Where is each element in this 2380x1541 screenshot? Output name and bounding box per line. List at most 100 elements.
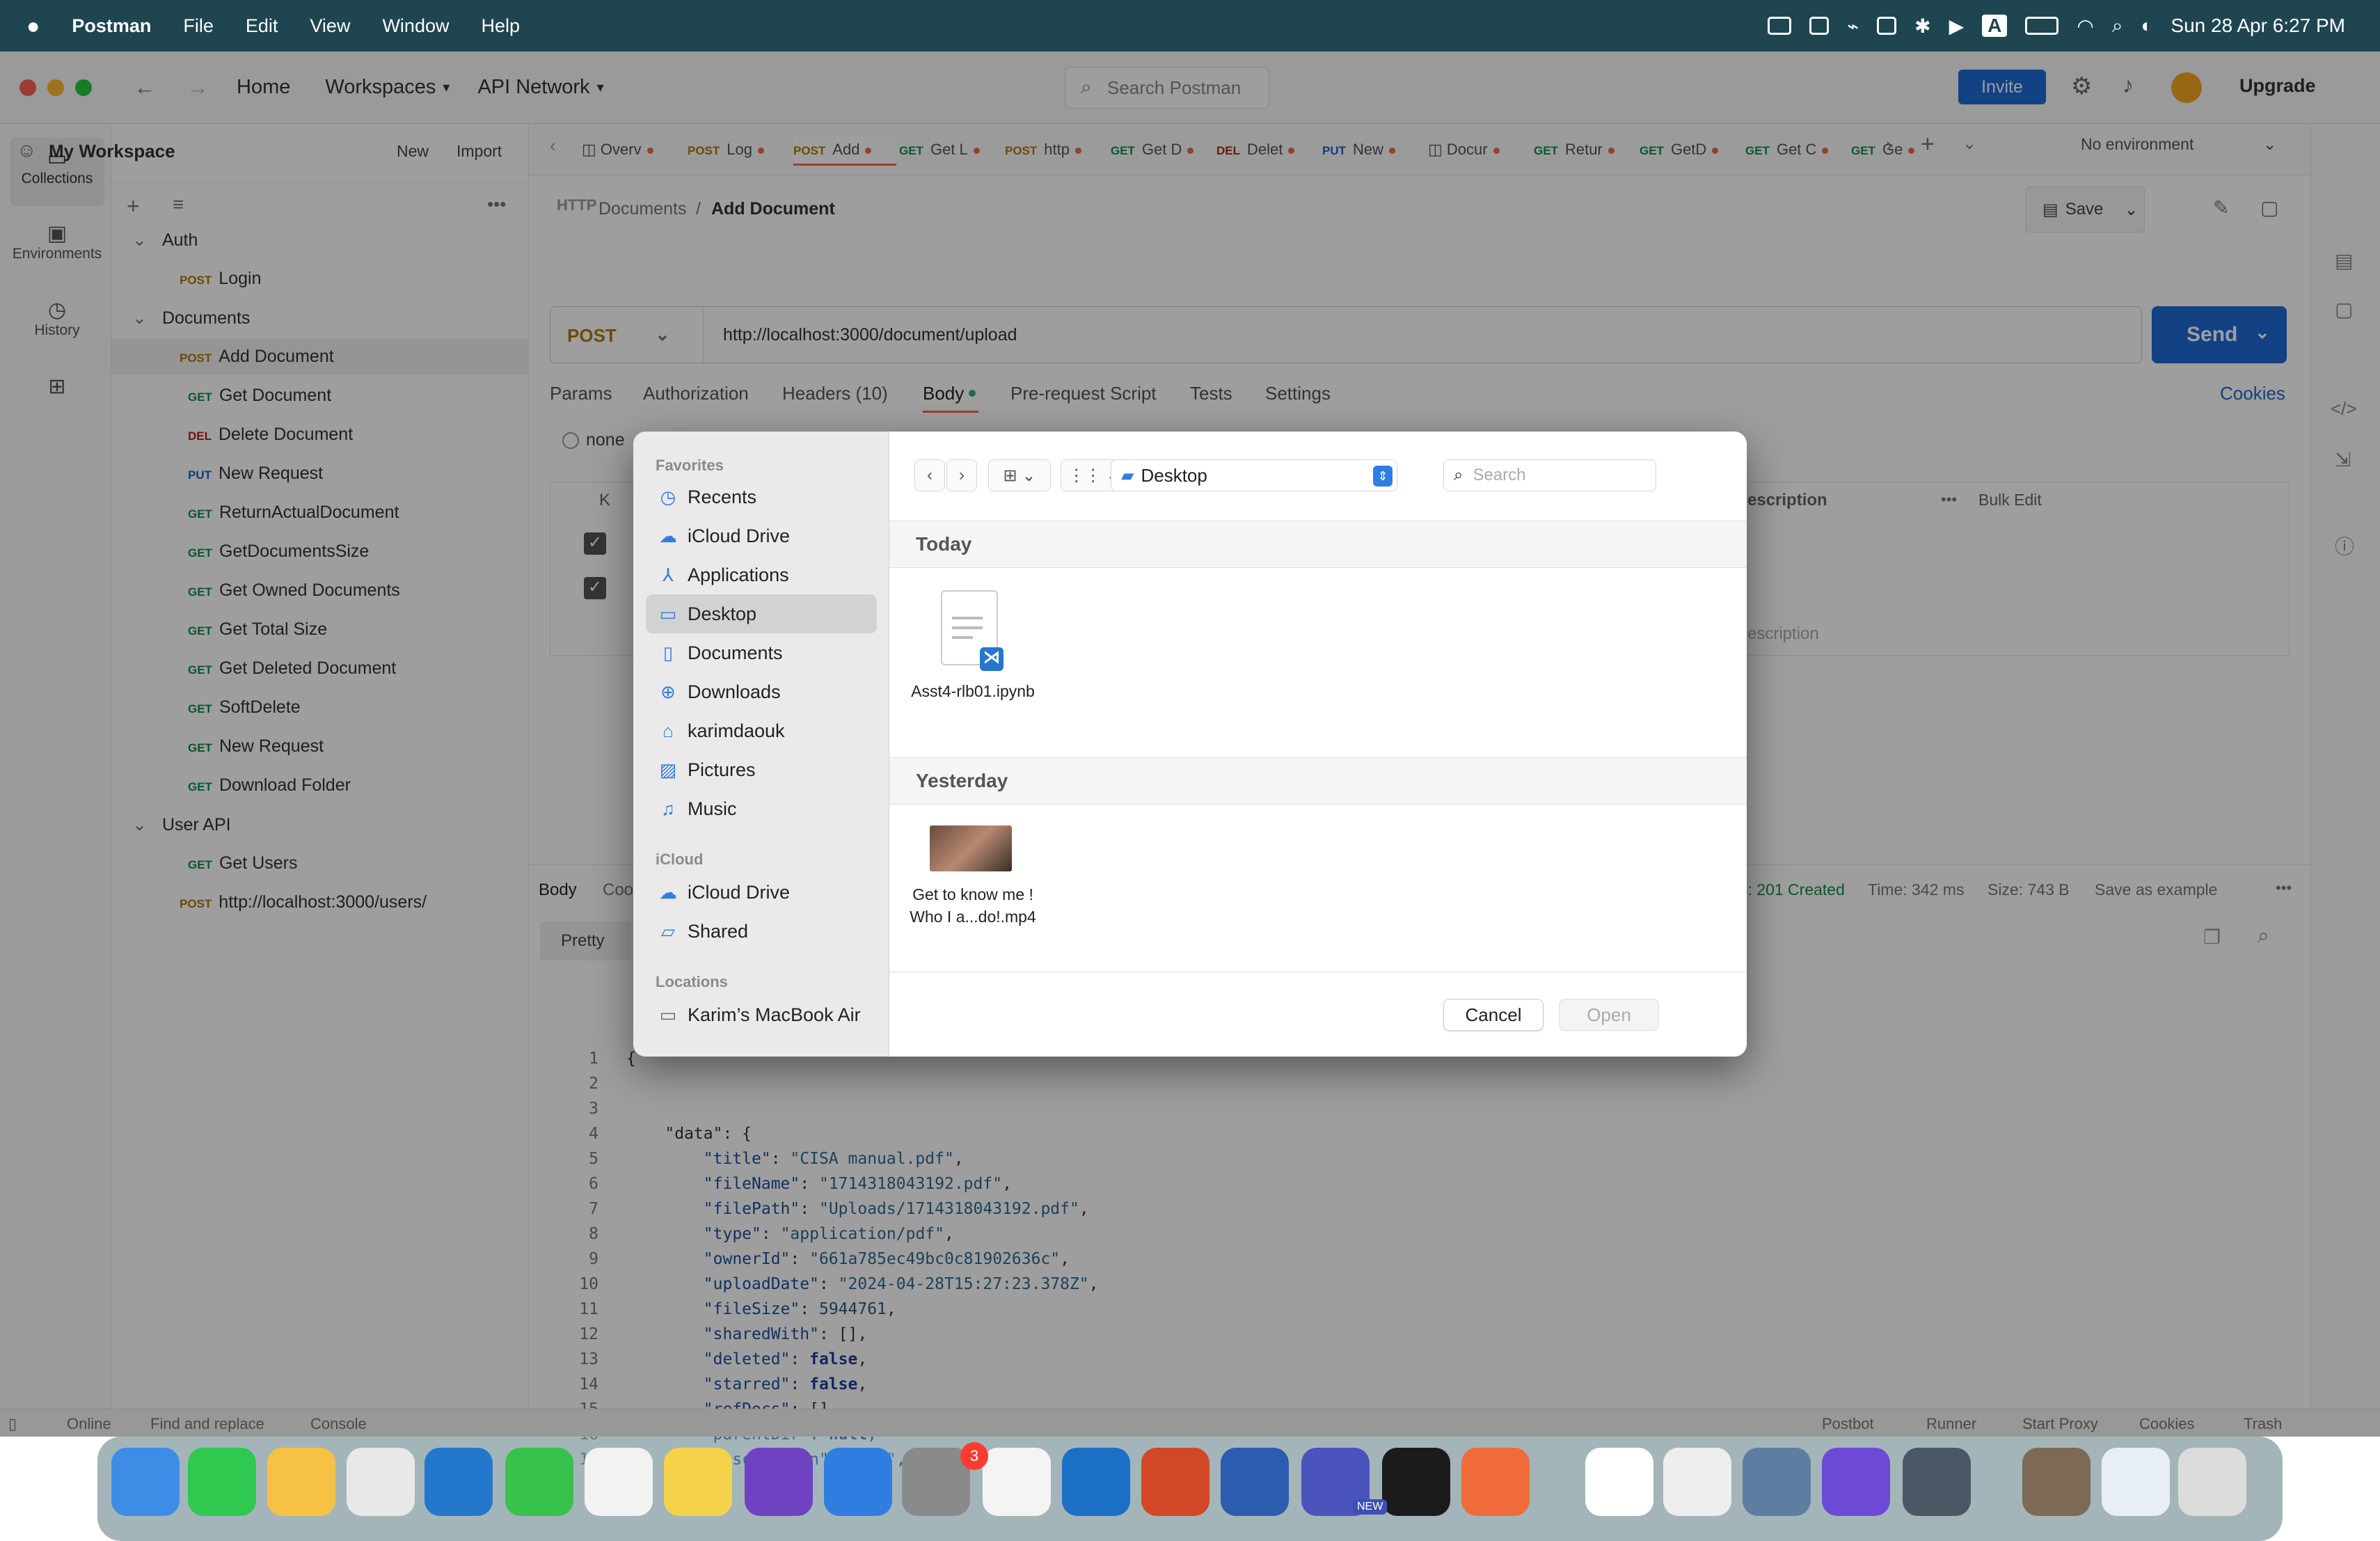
apple-icon[interactable]: ● bbox=[26, 13, 40, 39]
download-icon: ⊕ bbox=[660, 681, 676, 702]
menu-edit[interactable]: Edit bbox=[246, 15, 278, 37]
notes-icon[interactable] bbox=[664, 1448, 732, 1516]
finder-sidebar-label: iCloud Drive bbox=[688, 525, 791, 546]
recent-photo-icon[interactable] bbox=[2022, 1448, 2091, 1516]
forward-button[interactable]: › bbox=[946, 459, 977, 491]
finder-sidebar-label: Pictures bbox=[688, 759, 756, 780]
photo-icon: ▨ bbox=[659, 759, 677, 780]
locations-header: Locations bbox=[656, 973, 728, 990]
finder-sidebar-item[interactable]: ⌂ karimdaouk bbox=[646, 711, 877, 750]
menu-file[interactable]: File bbox=[183, 15, 214, 37]
file-item-notebook[interactable]: ⋊ Asst4-rlb01.ipynb bbox=[896, 578, 1049, 710]
location-popup[interactable]: ▰ Desktop ⇕ bbox=[1111, 459, 1397, 491]
view-mode-button[interactable]: ⊞ ⌄ bbox=[988, 459, 1051, 491]
home-icon: ⌂ bbox=[663, 720, 674, 741]
finder-sidebar-item[interactable]: ▭ Karim’s MacBook Air bbox=[646, 995, 877, 1034]
menu-window[interactable]: Window bbox=[382, 15, 449, 37]
finder-sidebar-label: Karim’s MacBook Air bbox=[688, 1004, 861, 1025]
popup-arrows-icon: ⇕ bbox=[1373, 466, 1393, 487]
preview-icon[interactable] bbox=[1743, 1448, 1811, 1516]
cancel-button[interactable]: Cancel bbox=[1443, 999, 1544, 1031]
photos-icon[interactable] bbox=[267, 1448, 335, 1516]
finder-sidebar-label: Downloads bbox=[688, 681, 781, 702]
menubar-clock[interactable]: Sun 28 Apr 6:27 PM bbox=[2171, 15, 2345, 37]
finder-sidebar-item[interactable]: ⅄ Applications bbox=[646, 555, 877, 594]
file-item-video[interactable]: Get to know me ! Who I a...do!.mp4 bbox=[896, 821, 1049, 954]
finder-sidebar-label: Shared bbox=[688, 920, 749, 942]
open-button[interactable]: Open bbox=[1559, 999, 1659, 1031]
section-today-label: Today bbox=[916, 533, 972, 555]
finder-sidebar-item[interactable]: ⊕ Downloads bbox=[646, 672, 877, 711]
screen: ● Postman File Edit View Window Help ⌁ ✱… bbox=[0, 0, 2380, 1541]
freeform-icon[interactable] bbox=[983, 1448, 1051, 1516]
menubar-extra-icon[interactable] bbox=[1809, 17, 1830, 35]
menubar-extra-icon[interactable] bbox=[1877, 17, 1897, 35]
cloud-icon: ☁ bbox=[659, 881, 677, 903]
finder-sidebar-item[interactable]: ▱ Shared bbox=[646, 912, 877, 951]
cancel-label: Cancel bbox=[1465, 1004, 1522, 1025]
video-thumbnail bbox=[930, 825, 1012, 871]
back-button[interactable]: ‹ bbox=[914, 459, 945, 491]
menubar-extra-icon[interactable]: ⌁ bbox=[1847, 15, 1859, 38]
laptop-icon: ▭ bbox=[659, 1004, 677, 1025]
finder-sidebar-item[interactable]: ◷ Recents bbox=[646, 477, 877, 516]
menu-app-name[interactable]: Postman bbox=[72, 15, 151, 37]
finder-search-placeholder: Search bbox=[1473, 466, 1526, 484]
textedit-icon[interactable] bbox=[1663, 1448, 1731, 1516]
search-icon: ⌕ bbox=[1454, 466, 1463, 484]
section-yesterday: Yesterday bbox=[889, 757, 1747, 805]
section-today: Today bbox=[889, 521, 1747, 568]
folder-icon: ▰ bbox=[1121, 466, 1134, 485]
finder-sidebar-item[interactable]: ☁ iCloud Drive bbox=[646, 516, 877, 555]
music-icon: ♫ bbox=[661, 798, 675, 819]
finder-sidebar-item[interactable]: ▭ Desktop bbox=[646, 594, 877, 633]
reminders-icon[interactable] bbox=[585, 1448, 653, 1516]
imovie-icon[interactable] bbox=[1822, 1448, 1890, 1516]
desktop-icon: ▭ bbox=[659, 603, 677, 624]
finder-sidebar-item[interactable]: ▨ Pictures bbox=[646, 750, 877, 789]
vscode-icon[interactable] bbox=[425, 1448, 493, 1516]
macos-dock: 3 NEW bbox=[97, 1437, 2283, 1541]
finder-sidebar-item[interactable]: ☁ iCloud Drive bbox=[646, 873, 877, 912]
menu-help[interactable]: Help bbox=[481, 15, 520, 37]
finder-sidebar-label: Applications bbox=[688, 564, 789, 585]
battery-icon[interactable] bbox=[2025, 17, 2059, 35]
postman-icon[interactable] bbox=[1461, 1448, 1530, 1516]
finder-main: ‹ › ⊞ ⌄ ⋮⋮ ⌄ ▰ Desktop ⇕ ⌕ Search Today … bbox=[889, 432, 1747, 1057]
finder-sidebar-item[interactable]: ♫ Music bbox=[646, 789, 877, 828]
finder-sidebar-label: Recents bbox=[688, 486, 757, 507]
wifi-icon[interactable]: ◠ bbox=[2077, 15, 2093, 38]
menu-view[interactable]: View bbox=[310, 15, 350, 37]
input-source-icon[interactable]: A bbox=[1982, 15, 2008, 37]
bluetooth-icon[interactable]: ✱ bbox=[1914, 15, 1930, 38]
spotlight-icon[interactable]: ⌕ bbox=[2112, 15, 2123, 38]
grid-icon: ⊞ ⌄ bbox=[1003, 466, 1036, 485]
word-icon[interactable] bbox=[1221, 1448, 1289, 1516]
outlook-icon[interactable] bbox=[1062, 1448, 1130, 1516]
powerpoint-icon[interactable] bbox=[1141, 1448, 1209, 1516]
play-icon[interactable]: ▶ bbox=[1949, 15, 1965, 38]
menubar-extra-icon[interactable] bbox=[1768, 17, 1792, 35]
mongodb-compass-icon[interactable] bbox=[1585, 1448, 1653, 1516]
folder-icon: ▱ bbox=[661, 920, 675, 942]
finder-sidebar-label: Desktop bbox=[688, 603, 757, 624]
notification-badge: 3 bbox=[960, 1442, 988, 1470]
terminal-icon[interactable] bbox=[1382, 1448, 1450, 1516]
finder-sidebar: Favorites iCloud Locations ◷ Recents ☁ iClo… bbox=[633, 432, 889, 1057]
trash-icon[interactable] bbox=[2178, 1448, 2246, 1516]
github-desktop-icon[interactable] bbox=[745, 1448, 813, 1516]
finder-search-field[interactable]: ⌕ Search bbox=[1443, 459, 1656, 491]
quicktime-icon[interactable] bbox=[1903, 1448, 1971, 1516]
whatsapp-icon[interactable] bbox=[188, 1448, 256, 1516]
finder-sidebar-item[interactable]: ▯ Documents bbox=[646, 633, 877, 672]
finder-sidebar-label: Music bbox=[688, 798, 737, 819]
finder-icon[interactable] bbox=[111, 1448, 180, 1516]
control-center-icon[interactable]: ◐ bbox=[2141, 15, 2152, 37]
chrome-icon[interactable] bbox=[347, 1448, 415, 1516]
section-yesterday-label: Yesterday bbox=[916, 770, 1008, 791]
facetime-icon[interactable] bbox=[505, 1448, 573, 1516]
dialog-footer: Cancel Open bbox=[889, 972, 1747, 1057]
finder-sidebar-label: karimdaouk bbox=[688, 720, 785, 741]
recent-video-icon[interactable] bbox=[2102, 1448, 2170, 1516]
app-store-icon[interactable] bbox=[824, 1448, 892, 1516]
